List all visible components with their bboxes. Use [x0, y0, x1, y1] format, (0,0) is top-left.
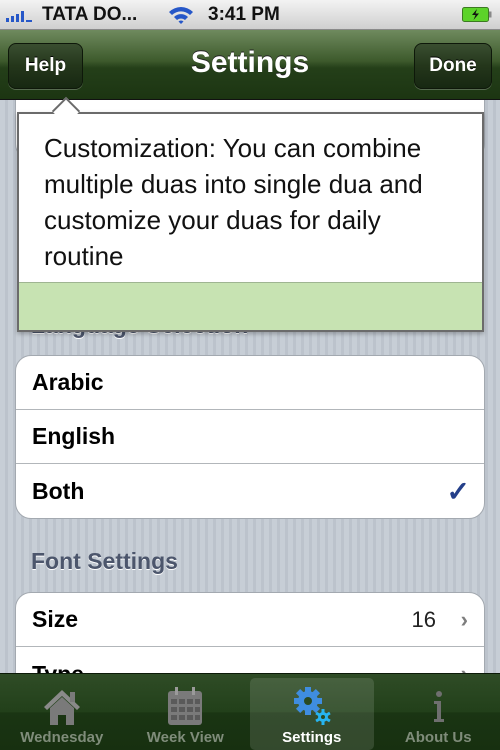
status-bar: TATA DO... 3:41 PM	[0, 0, 500, 30]
tab-bar: Wednesday Week View Settings About Us	[0, 673, 500, 750]
calendar-icon	[168, 687, 203, 725]
font-size-row[interactable]: Size 16 ›	[16, 593, 484, 647]
tab-label: Settings	[282, 729, 342, 746]
chevron-right-icon: ›	[461, 661, 468, 673]
tab-label: Wednesday	[20, 729, 104, 746]
signal-icon	[6, 10, 32, 22]
tab-settings[interactable]: Settings	[250, 678, 374, 750]
row-label: Type	[32, 661, 84, 674]
popover-footer	[19, 282, 482, 330]
wifi-icon	[169, 7, 193, 24]
help-popover[interactable]: Customization: You can combine multiple …	[17, 112, 484, 332]
gears-icon	[293, 687, 331, 725]
option-label: English	[32, 423, 116, 449]
option-label: Both	[32, 477, 85, 504]
language-group: Arabic English Both ✓	[15, 355, 485, 519]
font-size-value: 16	[411, 606, 436, 632]
tab-wednesday[interactable]: Wednesday	[0, 674, 124, 750]
font-section-header: Font Settings	[31, 548, 178, 574]
option-label: Arabic	[32, 369, 104, 395]
language-option-both[interactable]: Both ✓	[16, 464, 484, 518]
battery-charging-icon	[462, 7, 492, 22]
navigation-bar: Help Settings Done	[0, 30, 500, 100]
row-label: Size	[32, 606, 79, 632]
tab-about-us[interactable]: About Us	[377, 674, 500, 750]
language-option-arabic[interactable]: Arabic	[16, 356, 484, 410]
carrier-name: TATA DO...	[42, 4, 138, 25]
home-icon	[43, 690, 80, 725]
tab-label: About Us	[404, 729, 472, 746]
done-button[interactable]: Done	[414, 43, 492, 89]
popover-message: Customization: You can combine multiple …	[44, 133, 423, 271]
clock: 3:41 PM	[208, 4, 280, 25]
font-type-row[interactable]: Type ›	[16, 647, 484, 674]
tab-label: Week View	[146, 729, 224, 746]
language-option-english[interactable]: English	[16, 410, 484, 464]
checkmark-icon: ✓	[446, 475, 470, 507]
font-group: Size 16 › Type ›	[15, 592, 485, 673]
info-icon	[434, 691, 445, 722]
chevron-right-icon: ›	[460, 606, 468, 632]
tab-week-view[interactable]: Week View	[124, 674, 248, 750]
